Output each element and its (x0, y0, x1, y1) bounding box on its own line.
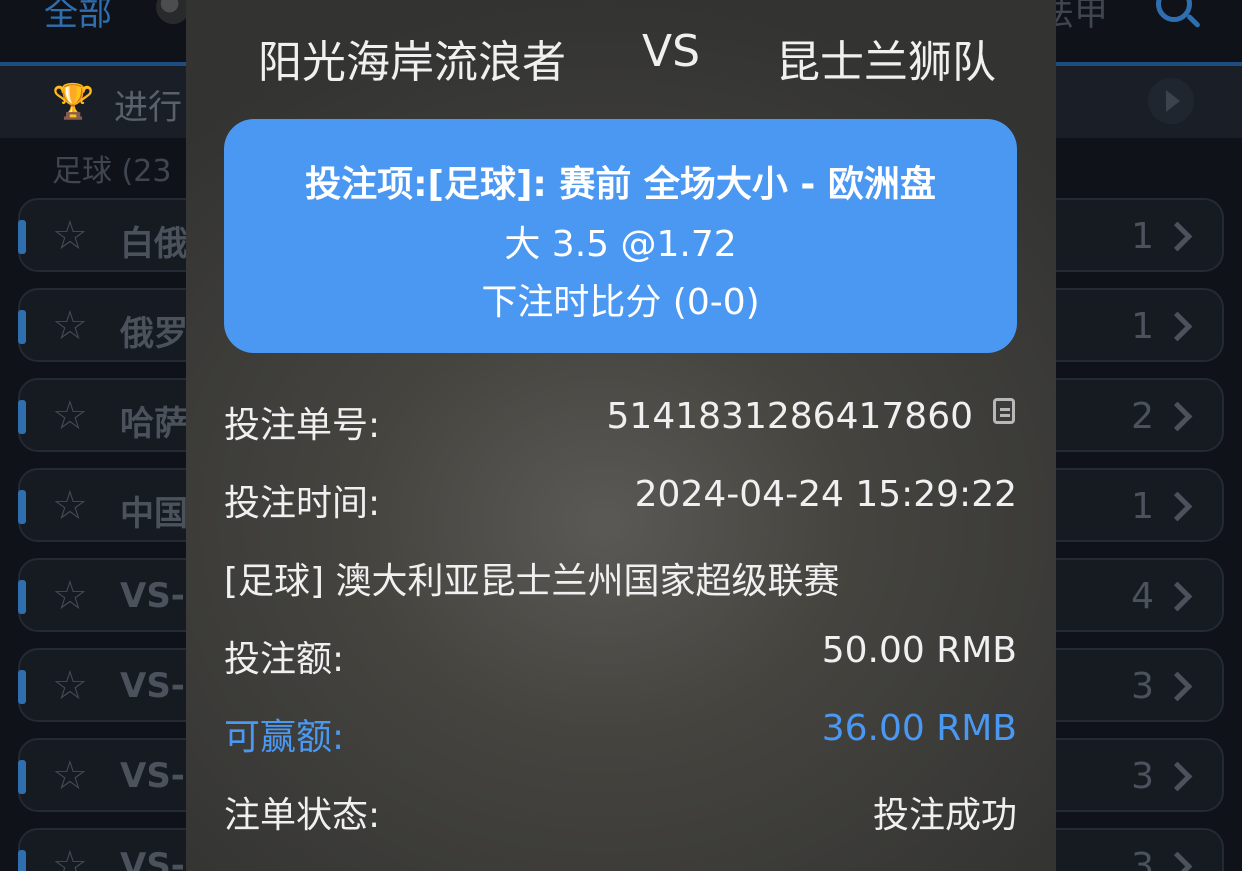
row-count: 3 (1131, 756, 1154, 797)
chevron-right-icon (1162, 491, 1193, 522)
star-icon[interactable]: ☆ (52, 394, 88, 438)
row-count: 2 (1131, 396, 1154, 437)
bet-score: 下注时比分 (0-0) (481, 282, 760, 323)
chevron-right-icon (1162, 671, 1193, 702)
bet-amount-label: 投注额: (224, 639, 345, 680)
chevron-right-icon (1162, 851, 1193, 871)
row-count: 1 (1131, 486, 1154, 527)
win-amount-value: 36.00 RMB (821, 708, 1017, 749)
star-icon[interactable]: ☆ (52, 214, 88, 258)
team-home: 阳光海岸流浪者 (258, 37, 566, 88)
bet-number-value: 5141831286417860 (606, 396, 973, 437)
trophy-icon: 🏆 (52, 82, 95, 122)
row-label: 白俄 (120, 224, 188, 264)
copy-icon[interactable] (993, 398, 1015, 424)
chevron-right-icon (1162, 581, 1193, 612)
bet-status-value: 投注成功 (872, 795, 1017, 836)
tab-all[interactable]: 全部 (44, 0, 112, 35)
bet-time-label: 投注时间: (224, 483, 381, 524)
star-icon[interactable]: ☆ (52, 664, 88, 708)
bet-number-row: 投注单号: 5141831286417860 (224, 396, 1017, 446)
row-label: VS- (120, 756, 185, 796)
row-label: 中国 (120, 494, 188, 534)
section-label: 足球 (23 (52, 154, 172, 189)
row-accent (18, 310, 26, 344)
row-accent (18, 580, 26, 614)
win-amount-row: 可赢额: 36.00 RMB (224, 708, 1017, 758)
search-icon[interactable] (1156, 0, 1192, 22)
ball-icon[interactable] (156, 0, 190, 24)
star-icon[interactable]: ☆ (52, 754, 88, 798)
row-count: 4 (1131, 576, 1154, 617)
play-icon[interactable] (1148, 78, 1194, 124)
chevron-right-icon (1162, 311, 1193, 342)
bet-receipt-modal: 阳光海岸流浪者 VS 昆士兰狮队 投注项:[足球]: 赛前 全场大小 - 欧洲盘… (186, 0, 1056, 871)
row-label: 哈萨 (120, 404, 188, 444)
row-accent (18, 220, 26, 254)
row-label: VS- (120, 846, 185, 871)
match-title: 阳光海岸流浪者 VS 昆士兰狮队 (186, 22, 1056, 88)
bet-selection-card: 投注项:[足球]: 赛前 全场大小 - 欧洲盘 大 3.5 @1.72 下注时比… (224, 119, 1017, 353)
league-name: [足球] 澳大利亚昆士兰州国家超级联赛 (224, 561, 840, 602)
row-accent (18, 760, 26, 794)
win-amount-label: 可赢额: (224, 717, 345, 758)
bet-amount-row: 投注额: 50.00 RMB (224, 630, 1017, 680)
row-accent (18, 400, 26, 434)
team-away: 昆士兰狮队 (776, 37, 996, 88)
bet-item: 投注项:[足球]: 赛前 全场大小 - 欧洲盘 (305, 164, 936, 205)
chevron-right-icon (1162, 221, 1193, 252)
bet-odds: 大 3.5 @1.72 (504, 224, 737, 265)
star-icon[interactable]: ☆ (52, 574, 88, 618)
live-label[interactable]: 进行 (114, 80, 182, 129)
bet-amount-value: 50.00 RMB (821, 630, 1017, 671)
row-label: VS- (120, 576, 185, 616)
star-icon[interactable]: ☆ (52, 844, 88, 871)
league-row: [足球] 澳大利亚昆士兰州国家超级联赛 (224, 552, 1017, 602)
row-accent (18, 850, 26, 871)
row-count: 1 (1131, 306, 1154, 347)
bet-time-row: 投注时间: 2024-04-24 15:29:22 (224, 474, 1017, 524)
bet-time-value: 2024-04-24 15:29:22 (634, 474, 1017, 515)
star-icon[interactable]: ☆ (52, 484, 88, 528)
row-accent (18, 490, 26, 524)
star-icon[interactable]: ☆ (52, 304, 88, 348)
row-count: 3 (1131, 846, 1154, 871)
vs-label: VS (642, 26, 701, 77)
row-count: 1 (1131, 216, 1154, 257)
row-accent (18, 670, 26, 704)
bet-status-label: 注单状态: (224, 795, 381, 836)
row-count: 3 (1131, 666, 1154, 707)
row-label: VS- (120, 666, 185, 706)
chevron-right-icon (1162, 761, 1193, 792)
bet-number-label: 投注单号: (224, 405, 381, 446)
row-label: 俄罗 (120, 314, 188, 354)
chevron-right-icon (1162, 401, 1193, 432)
bet-status-row: 注单状态: 投注成功 (224, 786, 1017, 836)
